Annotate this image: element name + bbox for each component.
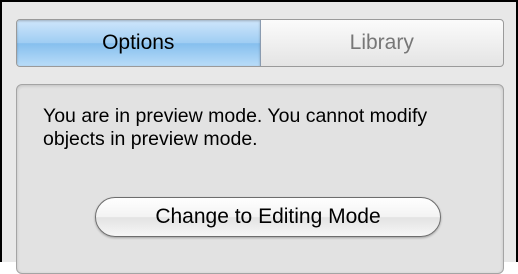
tab-options[interactable]: Options	[17, 20, 261, 66]
tab-options-label: Options	[102, 31, 175, 54]
tab-switcher: Options Library	[16, 19, 504, 67]
preview-mode-message: You are in preview mode. You cannot modi…	[43, 105, 428, 150]
tab-library-label: Library	[349, 31, 414, 54]
change-to-editing-mode-label: Change to Editing Mode	[155, 205, 381, 228]
change-to-editing-mode-button[interactable]: Change to Editing Mode	[95, 197, 441, 237]
tab-library[interactable]: Library	[261, 20, 504, 66]
preview-mode-panel: You are in preview mode. You cannot modi…	[16, 84, 504, 274]
inspector-window: Options Library You are in preview mode.…	[0, 0, 518, 274]
